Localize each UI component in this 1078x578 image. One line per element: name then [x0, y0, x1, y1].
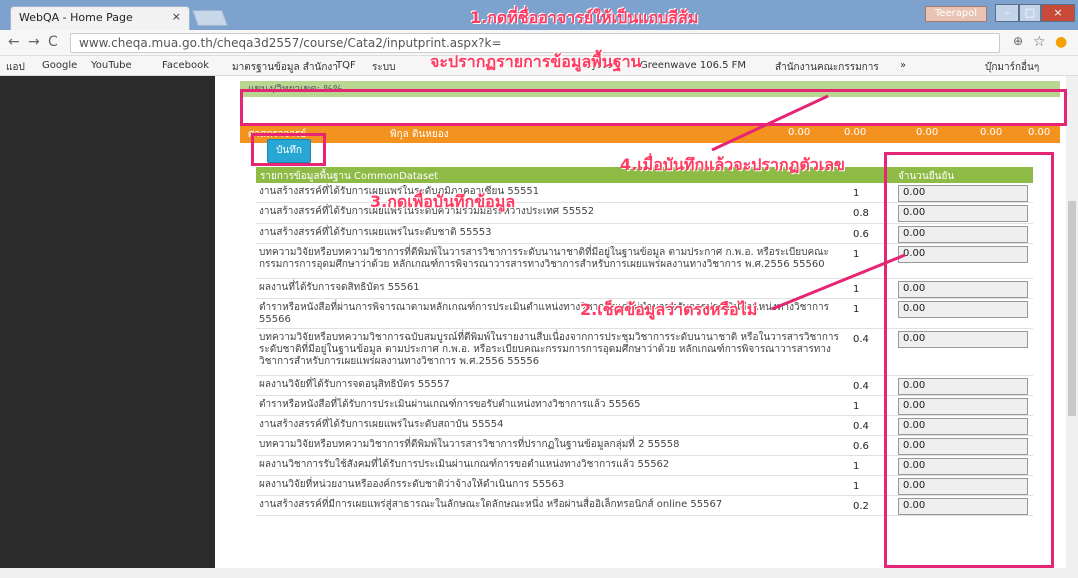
dataset-name: บทความวิจัยหรือบทความวิชาการฉบับสมบูรณ์ท…: [259, 332, 839, 367]
tab-close-icon[interactable]: ×: [172, 10, 181, 23]
score-value: 0.00: [1028, 127, 1051, 138]
weight-factor: 0.6: [853, 441, 869, 452]
weight-factor: 0.4: [853, 334, 869, 345]
dataset-name: บทความวิจัยหรือบทความวิชาการที่ตีพิมพ์ใน…: [259, 247, 829, 270]
tab-title: WebQA - Home Page: [19, 11, 133, 24]
highlight-box: [251, 133, 326, 166]
minimize-button[interactable]: –: [995, 4, 1019, 22]
bookmark-tqf[interactable]: TQF: [336, 60, 356, 71]
weight-factor: 1: [853, 284, 860, 295]
annotation-step-2: 2.เช็คข้อมูลว่าตรงหรือไม่: [580, 300, 758, 319]
dataset-name: งานสร้างสรรค์ที่ได้รับการเผยแพร่ในระดับภ…: [259, 186, 540, 197]
weight-factor: 0.2: [853, 501, 869, 512]
annotation-step-1b: จะปรากฏรายการข้อมูลพื้นฐาน: [430, 52, 642, 71]
weight-factor: 1: [853, 481, 860, 492]
annotation-step-4: 4.เมื่อบันทึกแล้วจะปรากฏตัวเลข: [620, 155, 845, 174]
bookmark-facebook[interactable]: Facebook: [162, 60, 209, 71]
extension-icon[interactable]: ●: [1055, 34, 1067, 50]
weight-factor: 1: [853, 188, 860, 199]
bookmark-data-standard[interactable]: มาตรฐานข้อมูล สำนักงา: [232, 60, 338, 75]
weight-factor: 1: [853, 401, 860, 412]
dataset-name: งานสร้างสรรค์ที่ได้รับการเผยแพร่ในระดับค…: [259, 206, 595, 217]
instructor-row[interactable]: ศาสตราจารย์ พิกุล ดินหยอง 0.00 0.00 0.00…: [240, 125, 1060, 143]
instructor-name: พิกุล ดินหยอง: [390, 129, 449, 140]
dataset-name: ตำราหรือหนังสือที่ได้รับการประเมินผ่านเก…: [259, 399, 641, 410]
profile-name[interactable]: Teerapol: [925, 6, 987, 22]
back-icon[interactable]: ←: [8, 34, 20, 50]
dataset-name: งานสร้างสรรค์ที่ได้รับการเผยแพร่ในระดับส…: [259, 419, 504, 430]
column-dataset: รายการข้อมูลพื้นฐาน CommonDataset: [260, 171, 439, 182]
dataset-name: ผลงานที่ได้รับการจดสิทธิบัตร 55561: [259, 282, 420, 293]
reload-icon[interactable]: C: [48, 34, 58, 50]
bookmark-youtube[interactable]: YouTube: [91, 60, 132, 71]
weight-factor: 0.4: [853, 381, 869, 392]
dataset-name: งานสร้างสรรค์ที่ได้รับการเผยแพร่ในระดับช…: [259, 227, 492, 238]
highlight-box: [884, 152, 1054, 568]
window-close-button[interactable]: ×: [1041, 4, 1075, 22]
browser-tab[interactable]: WebQA - Home Page ×: [10, 6, 190, 30]
zoom-icon[interactable]: ⊕: [1013, 34, 1023, 48]
forward-icon[interactable]: →: [28, 34, 40, 50]
score-value: 0.00: [788, 127, 811, 138]
score-value: 0.00: [916, 127, 939, 138]
bookmark-system[interactable]: ระบบ: [372, 60, 395, 75]
weight-factor: 1: [853, 249, 860, 260]
bookmarks-more[interactable]: »: [900, 60, 906, 71]
highlight-box: [240, 89, 1067, 126]
dataset-name: บทความวิจัยหรือบทความวิชาการที่ตีพิมพ์ใน…: [259, 439, 680, 450]
weight-factor: 0.4: [853, 421, 869, 432]
score-value: 0.00: [844, 127, 867, 138]
bookmark-google[interactable]: Google: [42, 60, 77, 71]
bookmark-office[interactable]: สำนักงานคณะกรรมการ: [775, 60, 879, 75]
dataset-name: ผลงานวิจัยที่ได้รับการจดอนุสิทธิบัตร 555…: [259, 379, 450, 390]
weight-factor: 0.6: [853, 229, 869, 240]
scrollbar-thumb[interactable]: [1068, 201, 1076, 416]
annotation-step-3: 3.กดเพื่อบันทึกข้อมูล: [370, 192, 516, 211]
sidebar: [0, 76, 215, 568]
dataset-name: งานสร้างสรรค์ที่มีการเผยแพร่สู่สาธารณะใน…: [259, 499, 723, 510]
weight-factor: 1: [853, 461, 860, 472]
weight-factor: 0.8: [853, 208, 869, 219]
annotation-step-1: 1.กดที่ชื่ออาจารย์ให้เป็นแถบสีส้ม: [470, 8, 699, 27]
maximize-button[interactable]: □: [1019, 4, 1041, 22]
weight-factor: 1: [853, 304, 860, 315]
star-icon[interactable]: ☆: [1033, 34, 1046, 50]
dataset-name: ผลงานวิชาการรับใช้สังคมที่ได้รับการประเม…: [259, 459, 670, 470]
horizontal-scrollbar[interactable]: [0, 568, 1078, 578]
bookmark-other[interactable]: บุ๊กมาร์กอื่นๆ: [985, 60, 1039, 75]
vertical-scrollbar[interactable]: [1066, 76, 1078, 568]
bookmark-apps[interactable]: แอป: [6, 60, 25, 75]
dataset-name: ผลงานวิจัยที่หน่วยงานหรือองค์กรระดับชาติ…: [259, 479, 565, 490]
bookmark-greenwave[interactable]: Greenwave 106.5 FM: [640, 60, 746, 71]
score-value: 0.00: [980, 127, 1003, 138]
new-tab-button[interactable]: [192, 10, 228, 26]
